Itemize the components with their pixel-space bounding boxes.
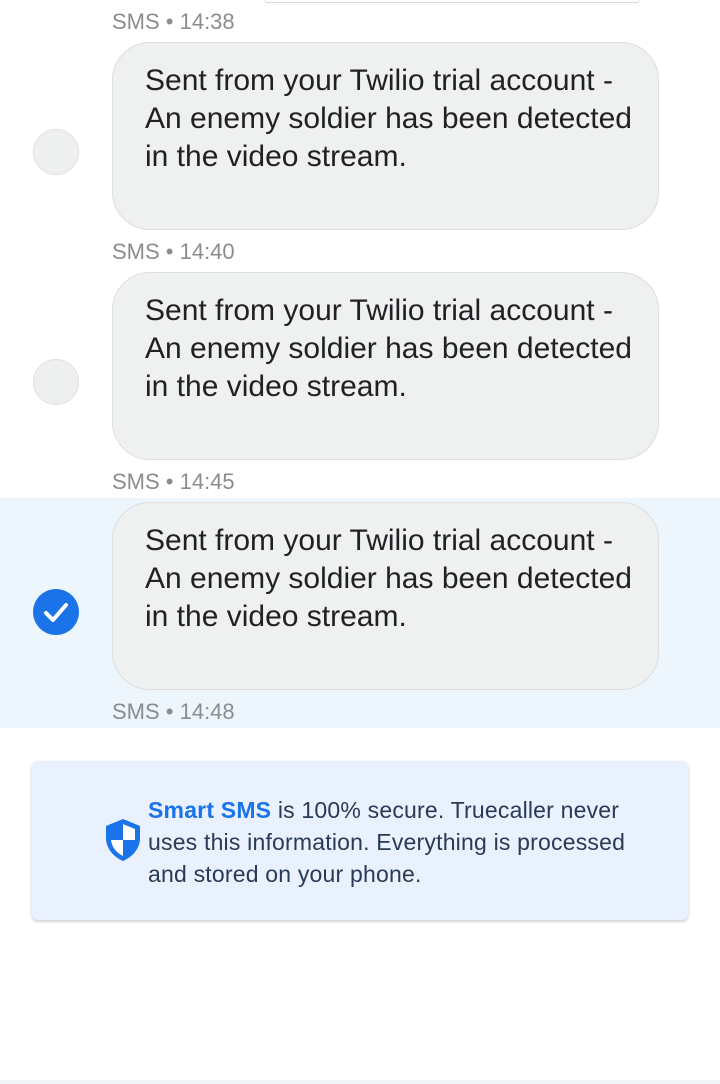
previous-message-bubble-edge — [262, 0, 642, 3]
select-circle-icon[interactable] — [33, 359, 79, 405]
message-bubble[interactable]: Sent from your Twilio trial account - An… — [112, 42, 659, 230]
smart-sms-brand: Smart SMS — [148, 797, 272, 823]
message-row[interactable]: Sent from your Twilio trial account - An… — [0, 270, 720, 463]
security-notice-text: Smart SMS is 100% secure. Truecaller nev… — [148, 794, 668, 890]
shield-icon — [106, 819, 140, 861]
select-circle-icon[interactable] — [33, 129, 79, 175]
checkmark-circle-icon[interactable] — [33, 589, 79, 635]
message-timestamp: SMS • 14:45 — [112, 469, 235, 494]
security-notice-card: Smart SMS is 100% secure. Truecaller nev… — [32, 761, 688, 920]
message-timestamp: SMS • 14:48 — [112, 699, 235, 724]
message-timestamp: SMS • 14:38 — [112, 9, 235, 34]
message-bubble[interactable]: Sent from your Twilio trial account - An… — [112, 272, 659, 460]
message-timestamp: SMS • 14:40 — [112, 239, 235, 264]
message-bubble[interactable]: Sent from your Twilio trial account - An… — [112, 502, 659, 690]
bottom-divider — [0, 1080, 720, 1084]
message-row[interactable]: Sent from your Twilio trial account - An… — [0, 40, 720, 233]
message-row-selected[interactable]: Sent from your Twilio trial account - An… — [0, 498, 720, 728]
